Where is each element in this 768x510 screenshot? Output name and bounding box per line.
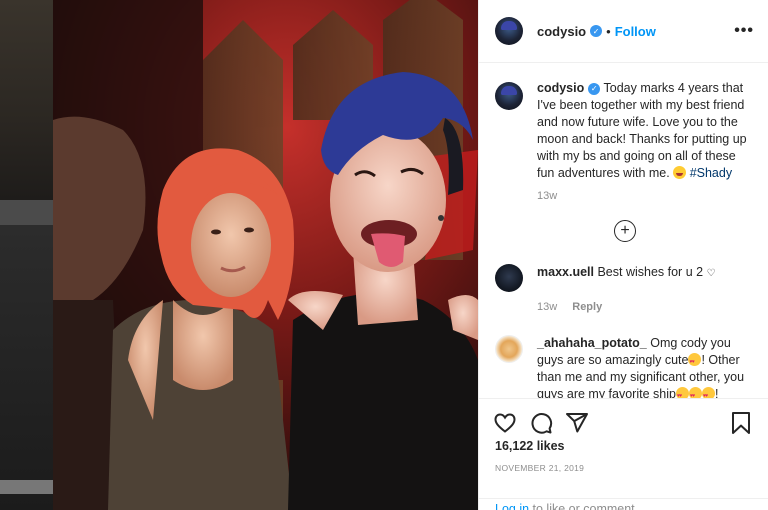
grinning-emoji-icon [673, 166, 687, 179]
comment-text-block: maxx.uell Best wishes for u 2 ♡ [537, 264, 716, 292]
comment-time[interactable]: 13w [537, 301, 557, 313]
heart-icon[interactable] [493, 411, 517, 435]
post-side-panel: codysio ✓ • Follow ••• codysio ✓ Today ma… [478, 0, 768, 510]
comments-list[interactable]: codysio ✓ Today marks 4 years that I've b… [479, 64, 768, 398]
caption-username[interactable]: codysio [537, 81, 584, 95]
caption-avatar[interactable] [495, 82, 523, 110]
login-prompt: Log in to like or comment. [479, 498, 768, 510]
bookmark-icon[interactable] [729, 411, 753, 435]
commenter-username[interactable]: maxx.uell [537, 265, 594, 279]
comment-item: maxx.uell Best wishes for u 2 ♡ [495, 264, 755, 292]
like-count[interactable]: 16,122 likes [479, 439, 768, 453]
post-date[interactable]: NOVEMBER 21, 2019 [479, 463, 768, 473]
backdrop-strip [0, 480, 53, 494]
comment-item: _ahahaha_potato_ Omg cody you guys are s… [495, 335, 755, 398]
commenter-avatar[interactable] [495, 264, 523, 292]
login-link[interactable]: Log in [495, 502, 529, 510]
caption-hashtag[interactable]: #Shady [690, 166, 732, 180]
comment-meta: 13w Reply [537, 301, 755, 313]
plus-circle-icon[interactable]: + [614, 220, 636, 242]
commenter-avatar[interactable] [495, 335, 523, 363]
heart-eyes-emoji-icon [688, 387, 702, 398]
login-prompt-text: to like or comment. [529, 502, 639, 510]
reply-button[interactable]: Reply [572, 301, 602, 313]
author-username[interactable]: codysio [537, 24, 586, 39]
comment-text-end: ! [714, 387, 719, 398]
action-bar [479, 399, 768, 439]
comment-text: Best wishes for u 2 [597, 265, 704, 279]
caption: codysio ✓ Today marks 4 years that I've b… [495, 80, 755, 182]
more-options-icon[interactable]: ••• [734, 22, 754, 40]
follow-button[interactable]: Follow [615, 24, 656, 39]
verified-badge-icon: ✓ [588, 82, 601, 95]
heart-eyes-emoji-icon [701, 387, 715, 398]
commenter-username[interactable]: _ahahaha_potato_ [537, 336, 647, 350]
comment-text-block: _ahahaha_potato_ Omg cody you guys are s… [537, 335, 755, 398]
backdrop-image-bottom [0, 225, 53, 510]
paper-plane-icon[interactable] [565, 411, 589, 435]
heart-eyes-emoji-icon [688, 353, 702, 371]
backdrop-bar [0, 200, 53, 225]
verified-badge-icon: ✓ [590, 25, 603, 37]
caption-time[interactable]: 13w [537, 190, 755, 202]
page-backdrop [0, 0, 53, 510]
post-actions-area: 16,122 likes NOVEMBER 21, 2019 Log in to… [479, 398, 768, 510]
separator-dot: • [606, 23, 611, 39]
post-photo[interactable] [53, 0, 478, 510]
load-more-comments[interactable]: + [495, 220, 755, 242]
caption-text-block: codysio ✓ Today marks 4 years that I've b… [537, 80, 755, 182]
comment-bubble-icon[interactable] [529, 411, 553, 435]
post-modal: codysio ✓ • Follow ••• codysio ✓ Today ma… [0, 0, 768, 510]
post-header: codysio ✓ • Follow ••• [479, 0, 768, 63]
heart-eyes-emoji-icon [675, 387, 689, 398]
backdrop-image-top [0, 0, 53, 200]
heart-outline-icon: ♡ [706, 268, 716, 279]
author-avatar[interactable] [495, 17, 523, 45]
